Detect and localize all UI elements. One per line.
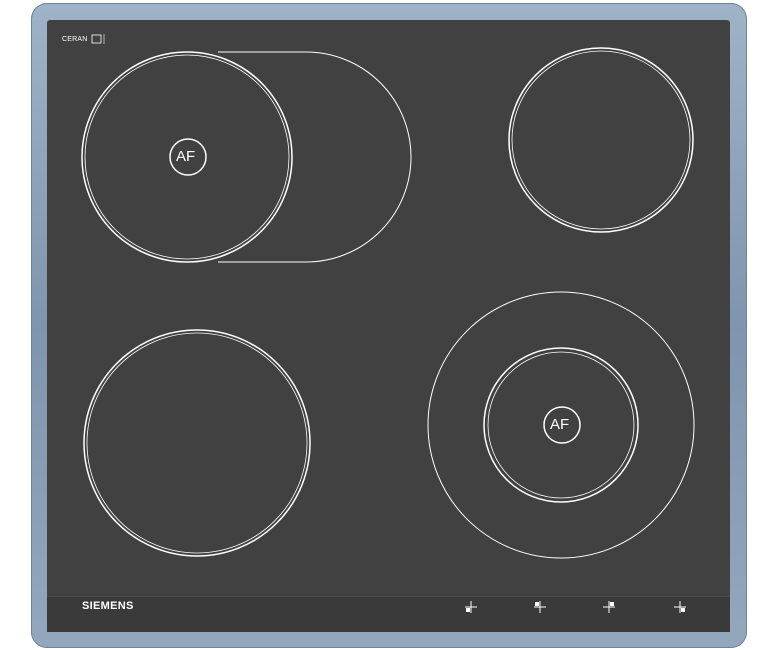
control-indicator-front-right-icon	[674, 601, 686, 613]
control-indicator-rear-right-icon	[603, 601, 615, 613]
zone-marker-front-right: AF	[550, 416, 570, 433]
brand-logo: SIEMENS	[82, 600, 134, 612]
control-indicator-front-left-icon	[465, 601, 477, 613]
cooktop-markings	[81, 34, 695, 613]
burner-rear-right	[508, 47, 694, 233]
burner-rear-left	[81, 51, 412, 263]
burner-front-left	[83, 329, 311, 557]
zone-marker-rear-left: AF	[176, 148, 196, 165]
control-indicator-rear-left-icon	[534, 601, 546, 613]
ceran-emblem-icon	[91, 34, 105, 44]
